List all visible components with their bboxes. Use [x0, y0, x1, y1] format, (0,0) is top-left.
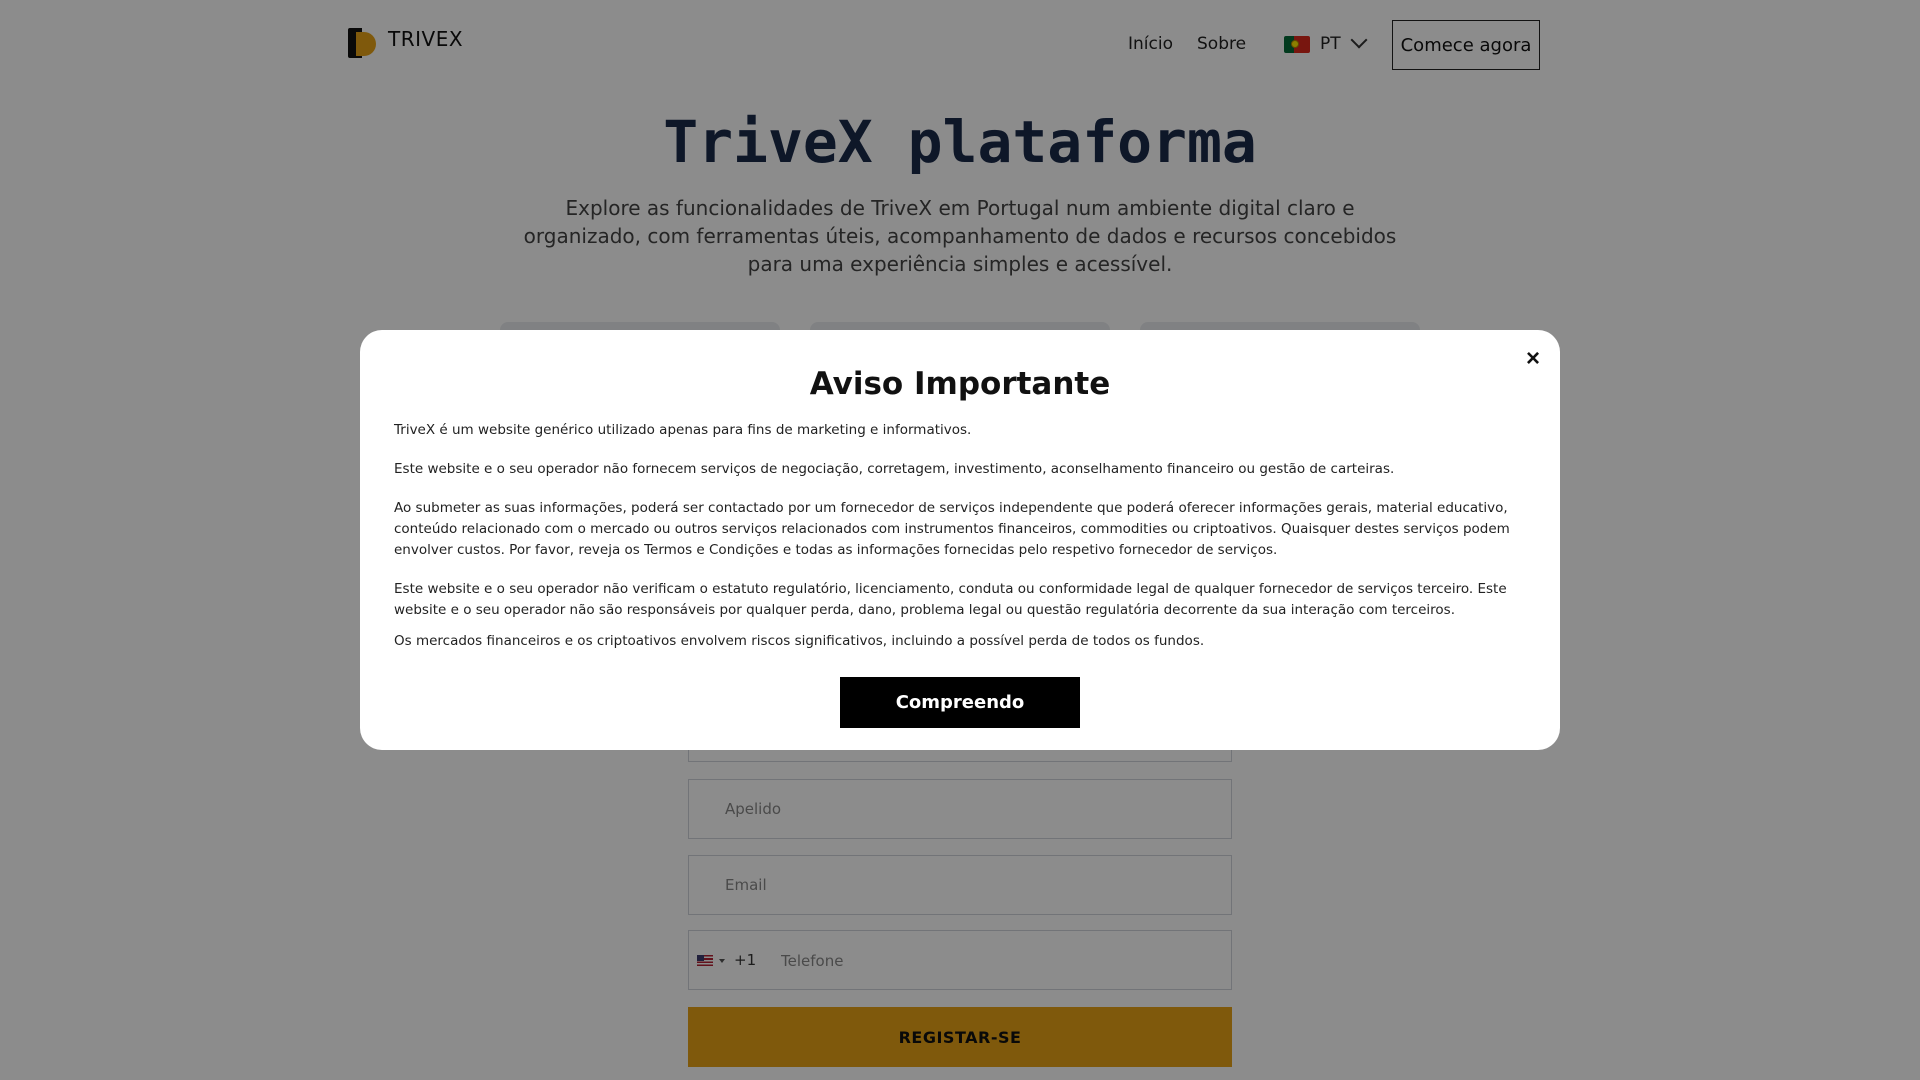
modal-title: Aviso Importante: [809, 366, 1111, 402]
important-notice-modal: × Aviso Importante TriveX é um website g…: [360, 330, 1560, 750]
modal-paragraph: Ao submeter as suas informações, poderá …: [394, 500, 1510, 558]
modal-paragraph: Este website e o seu operador não verifi…: [394, 581, 1507, 618]
modal-paragraph: TriveX é um website genérico utilizado a…: [394, 422, 972, 438]
modal-paragraph: Este website e o seu operador não fornec…: [394, 461, 1395, 477]
acknowledge-button[interactable]: Compreendo: [840, 677, 1080, 728]
close-icon[interactable]: ×: [1518, 344, 1548, 374]
modal-paragraph: Os mercados financeiros e os criptoativo…: [394, 633, 1205, 649]
modal-body: TriveX é um website genérico utilizado a…: [394, 420, 1526, 652]
